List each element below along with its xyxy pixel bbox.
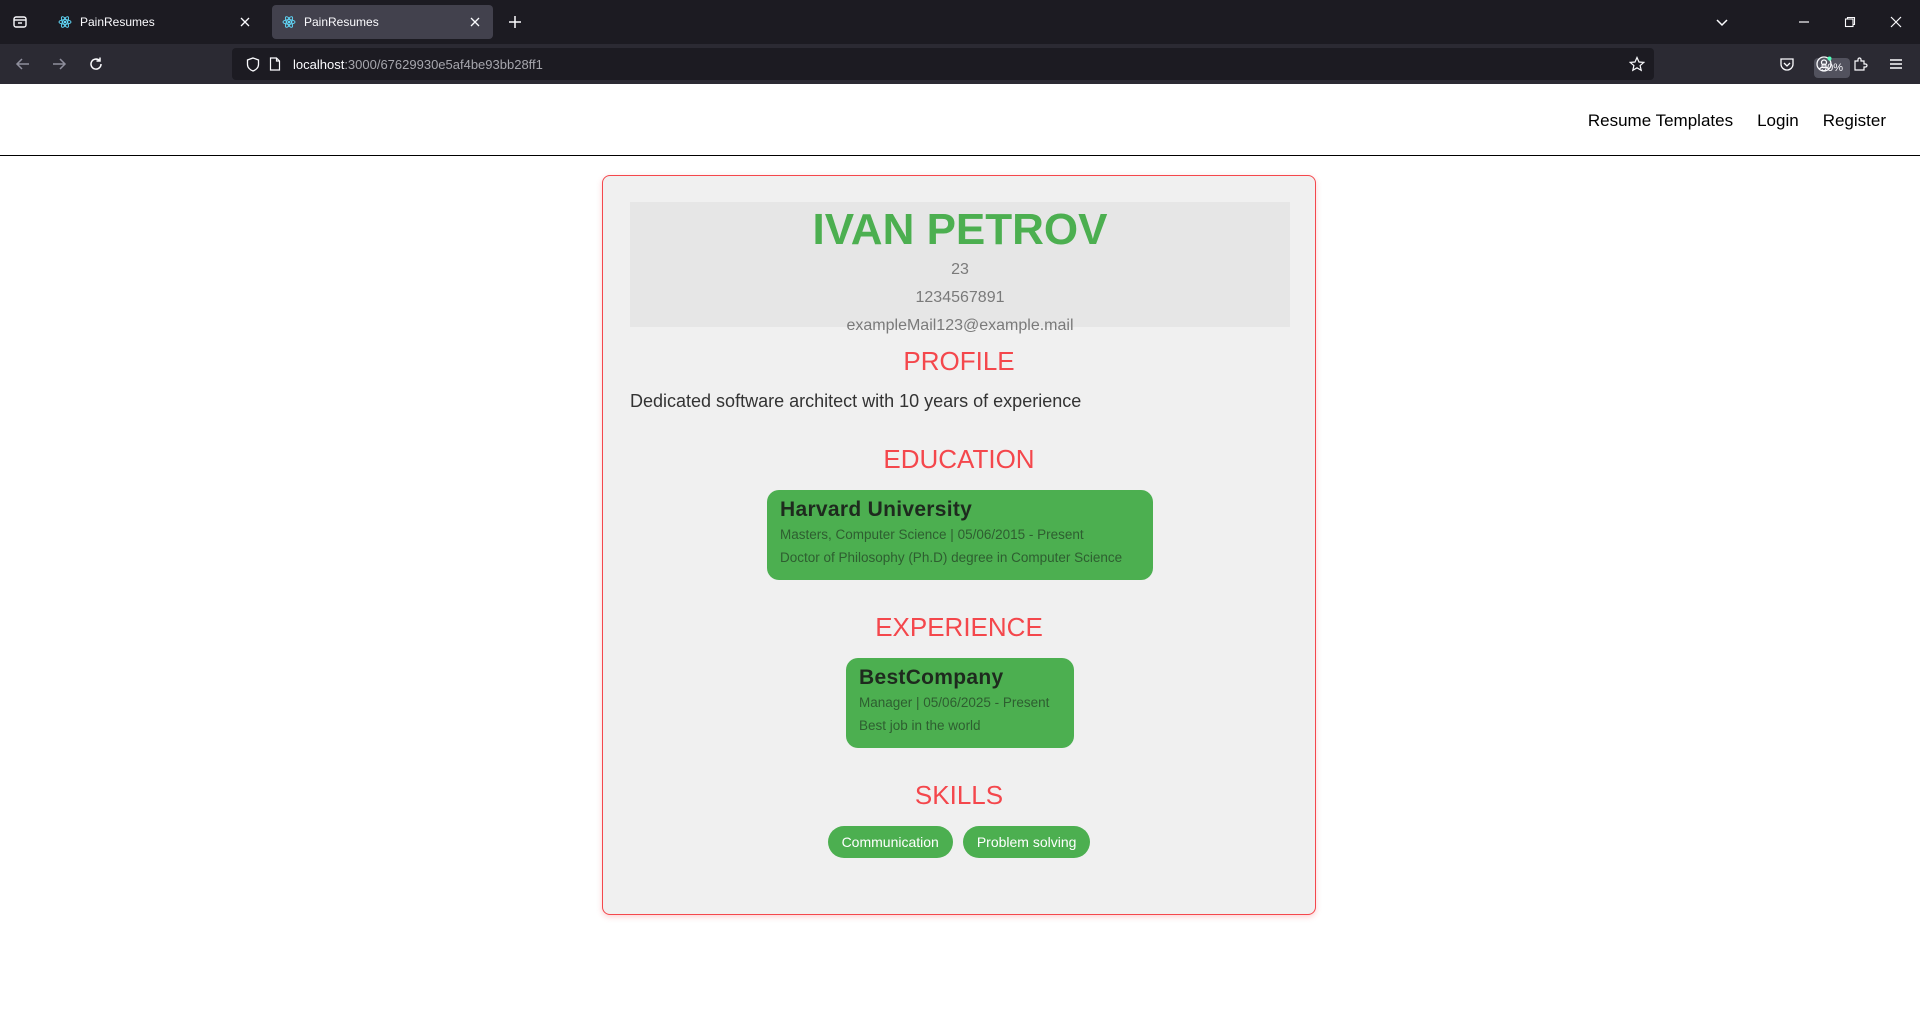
page-icon [260, 49, 290, 79]
window-close-icon[interactable] [1881, 7, 1911, 37]
forward-arrow-icon[interactable] [44, 49, 74, 79]
react-icon [58, 15, 72, 29]
resume-card: IVAN PETROV 23 1234567891 exampleMail123… [602, 175, 1316, 915]
tab-list-icon[interactable] [5, 7, 35, 37]
pocket-icon[interactable] [1772, 49, 1802, 79]
nav-register[interactable]: Register [1823, 111, 1886, 131]
minimize-icon[interactable] [1789, 7, 1819, 37]
account-icon[interactable] [1809, 49, 1839, 79]
browser-toolbar: localhost:3000/67629930e5af4be93bb28ff1 … [0, 44, 1920, 84]
tab-title: PainResumes [304, 15, 379, 29]
url-path: :3000/67629930e5af4be93bb28ff1 [344, 57, 543, 72]
education-entry: Harvard University Masters, Computer Sci… [767, 490, 1153, 580]
menu-icon[interactable] [1881, 49, 1911, 79]
experience-description: Best job in the world [859, 718, 981, 733]
restore-icon[interactable] [1835, 7, 1865, 37]
experience-company: BestCompany [859, 666, 1004, 689]
back-arrow-icon[interactable] [8, 49, 38, 79]
site-header: Resume Templates Login Register [0, 84, 1920, 156]
resume-name: IVAN PETROV [812, 205, 1108, 254]
resume-header: IVAN PETROV 23 1234567891 exampleMail123… [630, 202, 1290, 334]
url-host: localhost [293, 57, 345, 72]
nav-login[interactable]: Login [1757, 111, 1799, 131]
tab-2[interactable]: PainResumes [272, 5, 493, 39]
close-icon[interactable] [463, 10, 487, 34]
site-nav: Resume Templates Login Register [1588, 111, 1886, 131]
profile-heading: PROFILE [903, 346, 1015, 376]
experience-details: Manager | 05/06/2025 - Present [859, 695, 1050, 710]
reload-icon[interactable] [81, 49, 111, 79]
tab-title: PainResumes [80, 15, 155, 29]
skill-badge: Communication [827, 826, 953, 858]
experience-heading: EXPERIENCE [875, 612, 1043, 642]
resume-phone: 1234567891 [915, 289, 1005, 306]
url-text[interactable]: localhost:3000/67629930e5af4be93bb28ff1 [293, 57, 543, 72]
education-heading: EDUCATION [883, 444, 1035, 474]
resume-age: 23 [951, 261, 969, 278]
extensions-icon[interactable] [1845, 49, 1875, 79]
experience-entry: BestCompany Manager | 05/06/2025 - Prese… [846, 658, 1074, 748]
education-details: Masters, Computer Science | 05/06/2015 -… [780, 527, 1084, 542]
close-icon[interactable] [233, 10, 257, 34]
star-icon[interactable] [1622, 49, 1652, 79]
resume-email: exampleMail123@example.mail [846, 317, 1074, 334]
browser-tab-bar: PainResumes PainResumes [0, 0, 1920, 44]
profile-text: Dedicated software architect with 10 yea… [630, 391, 1082, 411]
skill-badge: Problem solving [962, 826, 1091, 858]
react-icon [282, 15, 296, 29]
tab-1[interactable]: PainResumes [48, 5, 263, 39]
education-school: Harvard University [780, 498, 973, 521]
nav-resume-templates[interactable]: Resume Templates [1588, 111, 1733, 131]
new-tab-icon[interactable] [500, 7, 530, 37]
skills-list: Communication Problem solving [603, 826, 1315, 858]
skills-heading: SKILLS [914, 780, 1004, 810]
chevron-down-icon[interactable] [1707, 7, 1737, 37]
url-bar[interactable]: localhost:3000/67629930e5af4be93bb28ff1 … [232, 48, 1851, 80]
education-description: Doctor of Philosophy (Ph.D) degree in Co… [780, 550, 1123, 565]
